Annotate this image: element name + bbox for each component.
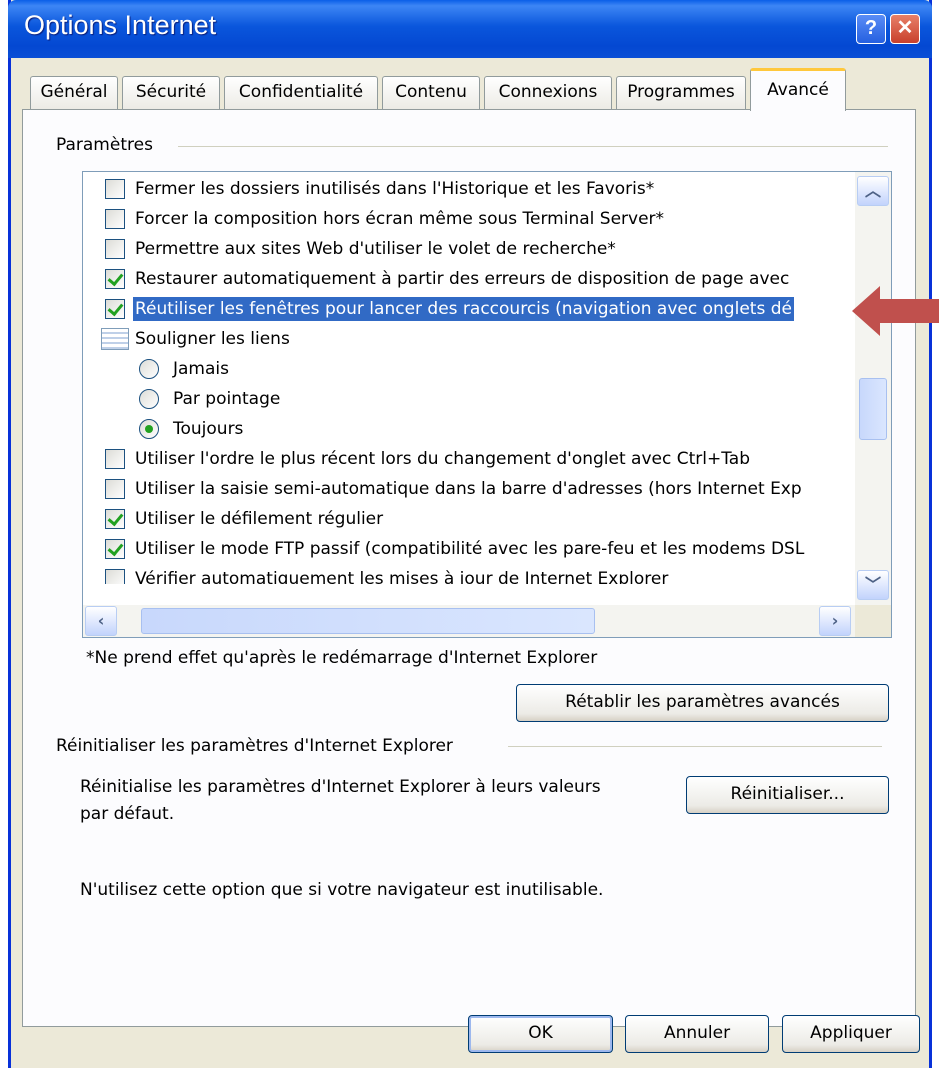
scroll-down-icon[interactable]: ﹀ bbox=[857, 570, 889, 600]
reset-description-line2: par défaut. bbox=[80, 804, 175, 824]
restart-note: *Ne prend effet qu'après le redémarrage … bbox=[86, 648, 598, 668]
help-button[interactable]: ? bbox=[856, 14, 886, 44]
checkbox[interactable] bbox=[105, 209, 125, 229]
list-item-selected[interactable]: Réutiliser les fenêtres pour lancer des … bbox=[83, 294, 855, 324]
ok-button[interactable]: OK bbox=[468, 1015, 613, 1053]
reset-group-title: Réinitialiser les paramètres d'Internet … bbox=[56, 736, 465, 756]
scroll-left-icon[interactable]: ‹ bbox=[85, 606, 117, 636]
restore-advanced-settings-button[interactable]: Rétablir les paramètres avancés bbox=[516, 684, 889, 722]
scroll-right-icon[interactable]: › bbox=[819, 606, 851, 636]
vertical-scrollbar[interactable]: ︿ ﹀ bbox=[855, 172, 891, 607]
checkbox[interactable] bbox=[105, 569, 125, 584]
checkbox[interactable] bbox=[105, 479, 125, 499]
list-item[interactable]: Toujours bbox=[83, 414, 855, 444]
checkbox[interactable] bbox=[105, 239, 125, 259]
checkbox-checked[interactable] bbox=[105, 299, 125, 319]
list-item[interactable]: Par pointage bbox=[83, 384, 855, 414]
list-item[interactable]: Utiliser la saisie semi-automatique dans… bbox=[83, 474, 855, 504]
list-item[interactable]: Utiliser le défilement régulier bbox=[83, 504, 855, 534]
checkbox-checked[interactable] bbox=[105, 539, 125, 559]
tab-general[interactable]: Général bbox=[30, 76, 118, 109]
list-item[interactable]: Vérifier automatiquement les mises à jou… bbox=[83, 564, 855, 584]
list-item-label: Restaurer automatiquement à partir des e… bbox=[135, 269, 790, 289]
scrollbar-corner bbox=[855, 605, 891, 637]
cancel-button[interactable]: Annuler bbox=[625, 1015, 769, 1053]
list-item[interactable]: Restaurer automatiquement à partir des e… bbox=[83, 264, 855, 294]
list-item-label: Toujours bbox=[173, 419, 244, 439]
reset-group-divider bbox=[508, 746, 882, 747]
list-item[interactable]: Fermer les dossiers inutilisés dans l'Hi… bbox=[83, 174, 855, 204]
red-arrow-annotation-icon bbox=[852, 286, 939, 336]
list-group-underline-links: Souligner les liens bbox=[83, 324, 855, 354]
settings-list[interactable]: Fermer les dossiers inutilisés dans l'Hi… bbox=[82, 171, 892, 638]
list-item-label: Permettre aux sites Web d'utiliser le vo… bbox=[135, 239, 616, 259]
list-item[interactable]: Utiliser le mode FTP passif (compatibili… bbox=[83, 534, 855, 564]
radio-button-selected[interactable] bbox=[139, 419, 159, 439]
checkbox-checked[interactable] bbox=[105, 509, 125, 529]
radio-button[interactable] bbox=[139, 359, 159, 379]
tab-advanced[interactable]: Avancé bbox=[750, 68, 846, 111]
list-item[interactable]: Permettre aux sites Web d'utiliser le vo… bbox=[83, 234, 855, 264]
checkbox[interactable] bbox=[105, 449, 125, 469]
list-item-label: Utiliser le mode FTP passif (compatibili… bbox=[135, 539, 805, 559]
list-item[interactable]: Jamais bbox=[83, 354, 855, 384]
apply-button[interactable]: Appliquer bbox=[782, 1015, 920, 1053]
settings-group-icon bbox=[101, 328, 129, 350]
list-item[interactable]: Utiliser l'ordre le plus récent lors du … bbox=[83, 444, 855, 474]
list-item-label: Vérifier automatiquement les mises à jou… bbox=[135, 569, 669, 584]
reset-button[interactable]: Réinitialiser... bbox=[686, 776, 889, 814]
vertical-scroll-thumb[interactable] bbox=[859, 378, 887, 440]
list-item[interactable]: Forcer la composition hors écran même so… bbox=[83, 204, 855, 234]
list-item-label: Utiliser la saisie semi-automatique dans… bbox=[135, 479, 802, 499]
tab-security[interactable]: Sécurité bbox=[122, 76, 220, 109]
close-button[interactable]: ✕ bbox=[890, 14, 920, 44]
tab-content[interactable]: Contenu bbox=[382, 76, 480, 109]
title-bar[interactable]: Options Internet ? ✕ bbox=[8, 0, 932, 58]
radio-button[interactable] bbox=[139, 389, 159, 409]
settings-group-title: Paramètres bbox=[56, 135, 165, 155]
list-item-label: Par pointage bbox=[173, 389, 281, 409]
list-item-label: Forcer la composition hors écran même so… bbox=[135, 209, 665, 229]
list-group-label: Souligner les liens bbox=[135, 329, 290, 349]
tab-programs[interactable]: Programmes bbox=[616, 76, 746, 109]
settings-group-divider bbox=[178, 146, 888, 147]
horizontal-scroll-thumb[interactable] bbox=[141, 608, 595, 634]
tab-connections[interactable]: Connexions bbox=[484, 76, 612, 109]
reset-warning: N'utilisez cette option que si votre nav… bbox=[80, 880, 604, 900]
list-item-label: Utiliser l'ordre le plus récent lors du … bbox=[135, 449, 751, 469]
list-item-label: Utiliser le défilement régulier bbox=[135, 509, 384, 529]
window-title: Options Internet bbox=[24, 10, 217, 40]
checkbox[interactable] bbox=[105, 179, 125, 199]
tab-privacy[interactable]: Confidentialité bbox=[224, 76, 378, 109]
list-item-label: Réutiliser les fenêtres pour lancer des … bbox=[133, 297, 794, 321]
reset-description-line1: Réinitialise les paramètres d'Internet E… bbox=[80, 777, 601, 797]
checkbox-checked[interactable] bbox=[105, 269, 125, 289]
list-item-label: Fermer les dossiers inutilisés dans l'Hi… bbox=[135, 179, 655, 199]
list-item-label: Jamais bbox=[173, 359, 229, 379]
horizontal-scrollbar[interactable]: ‹ › bbox=[83, 605, 855, 637]
scroll-up-icon[interactable]: ︿ bbox=[857, 176, 889, 206]
